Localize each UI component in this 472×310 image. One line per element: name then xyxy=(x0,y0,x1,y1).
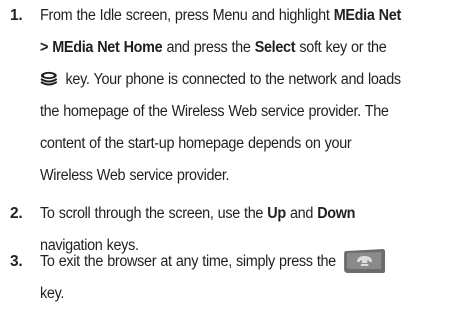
up-key-bold: Up xyxy=(267,205,286,222)
text-run: soft key or the xyxy=(295,39,387,56)
select-key-bold: Select xyxy=(254,39,296,56)
menu-path-bold: > MEdia Net Home xyxy=(40,39,163,56)
down-key-bold: Down xyxy=(317,205,356,222)
step-text: To exit the browser at any time, simply … xyxy=(40,246,440,310)
text-line: Wireless Web service provider. xyxy=(40,167,230,184)
text-run: From the Idle screen, press Menu and hig… xyxy=(40,7,334,24)
ok-key-icon xyxy=(40,67,58,86)
text-run: key. Your phone is connected to the netw… xyxy=(61,71,402,88)
text-line: key. Your phone is connected to the netw… xyxy=(40,64,440,96)
text-line: To scroll through the screen, use the Up… xyxy=(40,198,440,230)
menu-path-bold: MEdia Net xyxy=(333,7,402,24)
text-line: To exit the browser at any time, simply … xyxy=(40,246,440,278)
text-line: content of the start-up homepage depends… xyxy=(40,135,352,152)
text-line: the homepage of the Wireless Web service… xyxy=(40,103,389,120)
text-line: > MEdia Net Home and press the Select so… xyxy=(40,32,440,64)
text-run: To exit the browser at any time, simply … xyxy=(40,253,336,270)
end-key-icon xyxy=(342,247,387,275)
text-line: From the Idle screen, press Menu and hig… xyxy=(40,0,440,32)
step-number: 1. xyxy=(10,7,23,24)
text-run: To scroll through the screen, use the xyxy=(40,205,268,222)
text-run: and xyxy=(285,205,318,222)
step-number: 2. xyxy=(10,205,23,222)
step-text: From the Idle screen, press Menu and hig… xyxy=(40,0,440,192)
text-line: key. xyxy=(40,285,65,302)
text-run: and press the xyxy=(162,39,255,56)
step-number: 3. xyxy=(10,253,23,270)
